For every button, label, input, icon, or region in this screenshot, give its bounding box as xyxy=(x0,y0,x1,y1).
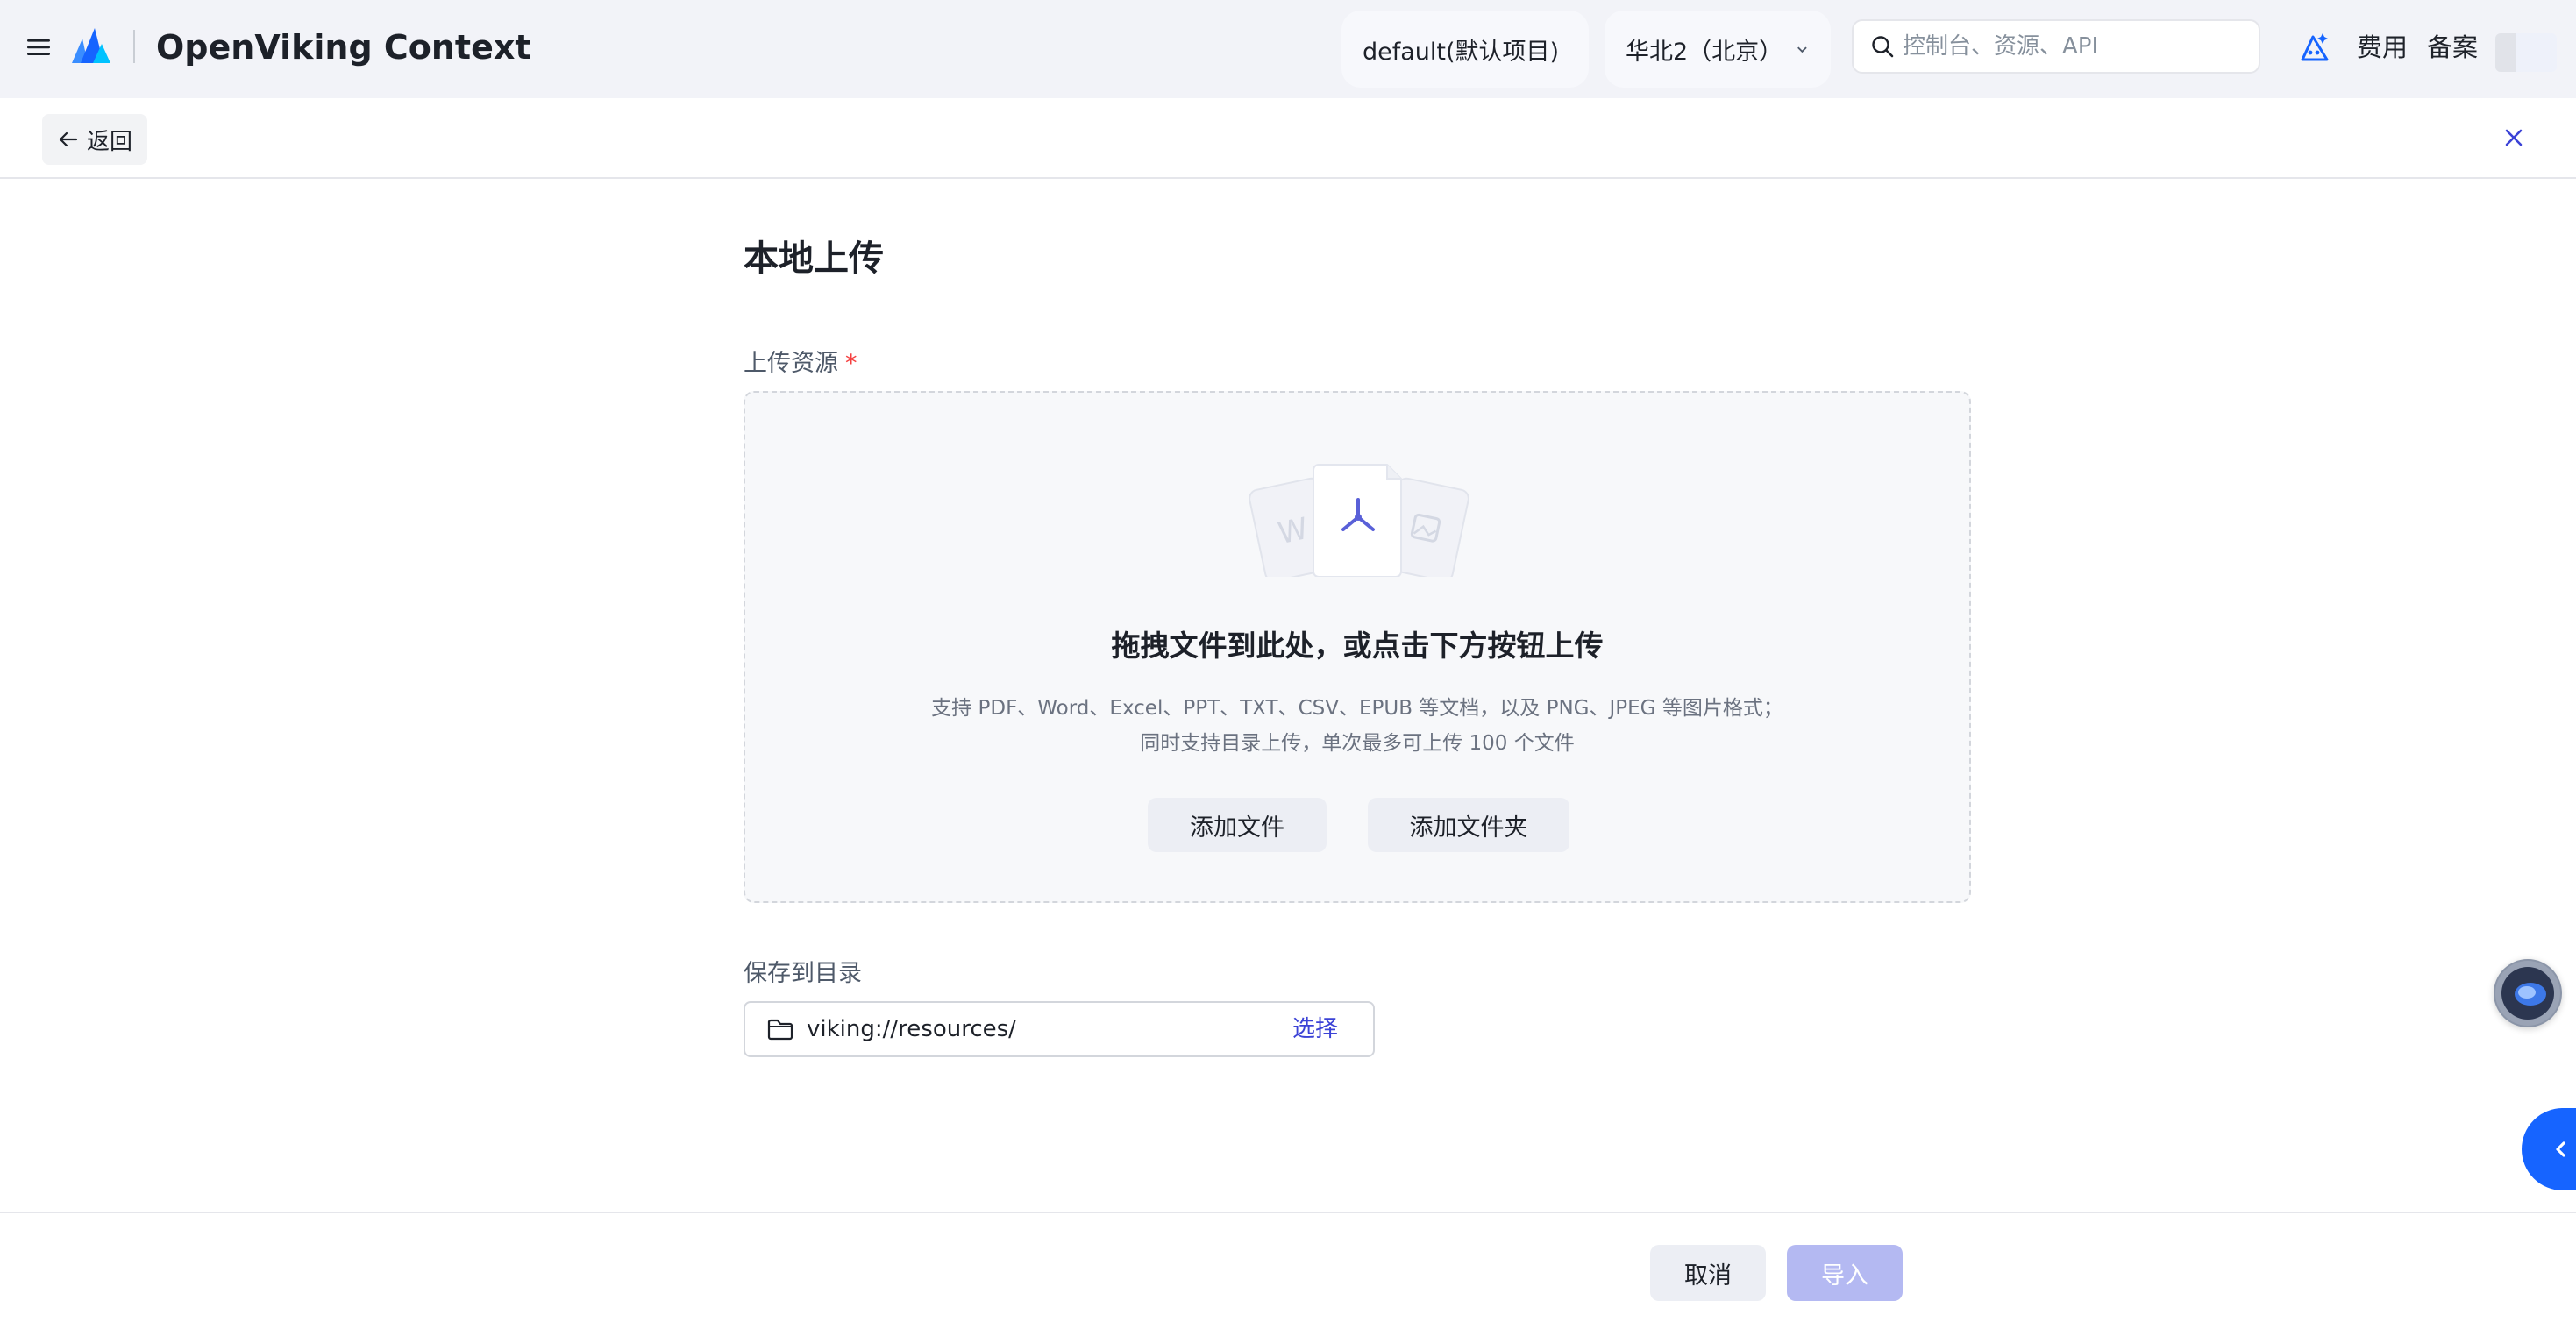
page-title: 本地上传 xyxy=(744,238,884,279)
ai-assistant-icon[interactable] xyxy=(2297,30,2332,65)
logo[interactable] xyxy=(70,26,110,65)
back-button-label: 返回 xyxy=(86,128,132,155)
logo-divider xyxy=(133,30,135,63)
dropzone-hint-limit: 同时支持目录上传，单次最多可上传 100 个文件 xyxy=(1140,732,1575,755)
add-folder-button[interactable]: 添加文件夹 xyxy=(1368,798,1569,852)
upload-resource-label: 上传资源 * xyxy=(744,344,857,378)
top-navigation-bar: OpenViking Context default(默认项目) 华北2（北京）… xyxy=(0,0,2576,98)
chevron-left-icon xyxy=(2556,1141,2565,1157)
project-selector[interactable]: default(默认项目) xyxy=(1341,11,1589,88)
menu-icon[interactable] xyxy=(25,33,53,61)
search-input[interactable] xyxy=(1903,33,2236,60)
floating-assistant-button[interactable] xyxy=(2494,959,2562,1027)
action-footer: 取消 导入 xyxy=(0,1212,2576,1329)
required-mark: * xyxy=(845,350,857,377)
side-panel-toggle[interactable] xyxy=(2522,1108,2576,1190)
cancel-button[interactable]: 取消 xyxy=(1650,1245,1766,1301)
region-selector[interactable]: 华北2（北京） xyxy=(1605,11,1831,88)
save-directory-label: 保存到目录 xyxy=(744,960,862,987)
document-types-illustration: W xyxy=(1249,464,1469,577)
import-button[interactable]: 导入 xyxy=(1787,1245,1903,1301)
directory-value: viking://resources/ xyxy=(807,1016,1016,1042)
dropzone-title: 拖拽文件到此处，或点击下方按钮上传 xyxy=(1111,629,1604,663)
project-selector-label: default(默认项目) xyxy=(1363,38,1560,66)
avatar[interactable] xyxy=(2495,33,2557,72)
region-selector-label: 华北2（北京） xyxy=(1626,38,1783,66)
pdf-doc-icon xyxy=(1313,464,1402,577)
dropzone-hint-formats: 支持 PDF、Word、Excel、PPT、TXT、CSV、EPUB 等文档，以… xyxy=(931,697,1783,720)
close-icon[interactable] xyxy=(2501,124,2527,151)
folder-icon xyxy=(767,1019,793,1041)
nav-record-link[interactable]: 备案 xyxy=(2427,28,2478,67)
file-dropzone[interactable]: W 拖拽文件到此处，或点击下方按钮上传 支持 PDF、Word、Excel、PP… xyxy=(744,391,1971,903)
nav-cost-link[interactable]: 费用 xyxy=(2357,28,2408,67)
global-search[interactable] xyxy=(1852,19,2260,74)
choose-directory-link[interactable]: 选择 xyxy=(1292,1003,1338,1055)
chevron-down-icon xyxy=(1797,46,1807,53)
back-button[interactable]: 返回 xyxy=(42,114,147,165)
arrow-left-icon xyxy=(59,131,78,147)
assistant-orb-icon xyxy=(2495,961,2560,1026)
app-title: OpenViking Context xyxy=(156,28,531,67)
add-file-button[interactable]: 添加文件 xyxy=(1148,798,1327,852)
search-icon xyxy=(1872,36,1894,58)
directory-field[interactable]: viking://resources/ 选择 xyxy=(744,1001,1375,1057)
page-subheader: 返回 xyxy=(0,98,2576,179)
upload-resource-label-text: 上传资源 xyxy=(744,350,838,377)
